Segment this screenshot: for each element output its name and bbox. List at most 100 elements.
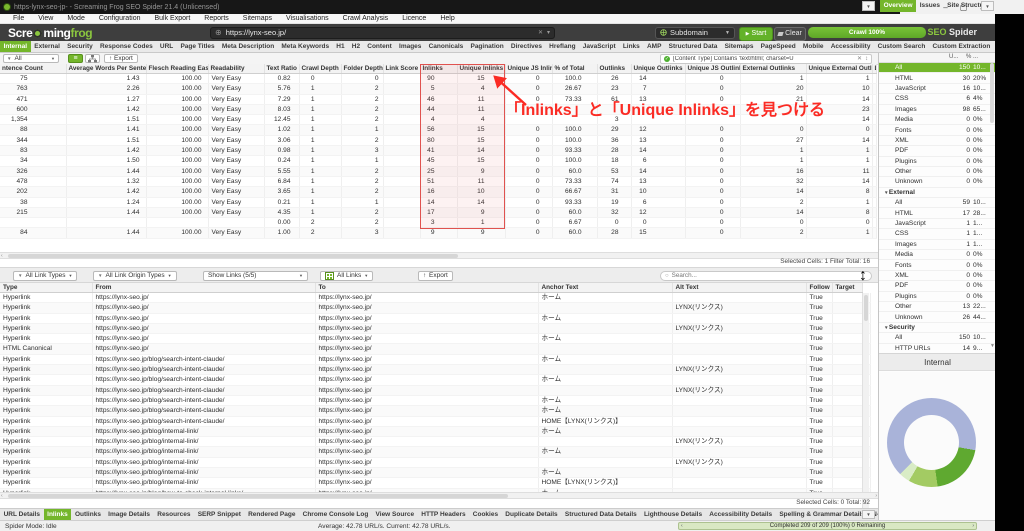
table-cell[interactable]: Very Easy [208, 146, 264, 156]
table-cell[interactable]: 1.51 [66, 115, 146, 125]
table-cell[interactable]: 344 [0, 135, 66, 145]
detail-tab[interactable]: Spelling & Grammar Details [776, 509, 869, 520]
table-row[interactable]: Hyperlinkhttps://lynx-seo.jp/blog/intern… [0, 437, 870, 447]
table-cell[interactable] [832, 406, 862, 416]
table-cell[interactable]: https://lynx-seo.jp/blog/search-intent-c… [92, 365, 315, 375]
table-cell[interactable]: 0 [685, 74, 740, 84]
table-cell[interactable]: https://lynx-seo.jp/blog/internal-link/ [92, 468, 315, 478]
table-cell[interactable]: 14 [631, 166, 685, 176]
table-cell[interactable]: 93.33 [552, 197, 597, 207]
menu-item[interactable]: Bulk Export [147, 14, 197, 24]
table-cell[interactable]: Hyperlink [0, 457, 92, 467]
table-cell[interactable]: 0 [505, 207, 552, 217]
table-cell[interactable] [0, 218, 66, 228]
table-cell[interactable]: 1.43 [66, 74, 146, 84]
content-type-filter-chip[interactable]: ✓ [Content Type] Contains 'text/html; ch… [660, 54, 872, 64]
table-cell[interactable]: LYNX(リンクス) [672, 457, 806, 467]
table-row[interactable]: Hyperlinkhttps://lynx-seo.jp/blog/intern… [0, 447, 870, 457]
main-tab[interactable]: JavaScript [579, 41, 619, 52]
column-header[interactable]: Alt Text [672, 283, 806, 293]
horizontal-scrollbar[interactable]: ‹ [0, 252, 878, 259]
overview-row[interactable]: Plugins 0 0% [879, 157, 995, 167]
table-cell[interactable]: 100.00 [146, 94, 208, 104]
table-row[interactable]: Hyperlinkhttps://lynx-seo.jp/blog/search… [0, 395, 870, 405]
column-header[interactable]: Type [0, 283, 92, 293]
table-cell[interactable]: 100.00 [146, 135, 208, 145]
table-cell[interactable] [832, 385, 862, 395]
main-tab[interactable]: Links [619, 41, 643, 52]
table-cell[interactable]: Hyperlink [0, 293, 92, 303]
table-cell[interactable]: Very Easy [208, 187, 264, 197]
overview-row[interactable]: CSS 1 1... [879, 229, 995, 239]
table-cell[interactable]: 5.55 [264, 166, 299, 176]
table-cell[interactable] [383, 104, 420, 114]
table-cell[interactable]: https://lynx-seo.jp/ [92, 344, 315, 354]
table-cell[interactable]: 1 [299, 84, 341, 94]
table-cell[interactable]: 38 [0, 197, 66, 207]
main-tab[interactable]: PageSpeed [757, 41, 799, 52]
table-cell[interactable]: 6.84 [264, 176, 299, 186]
table-cell[interactable] [383, 94, 420, 104]
table-row[interactable]: Hyperlinkhttps://lynx-seo.jp/blog/intern… [0, 457, 870, 467]
table-cell[interactable]: Very Easy [208, 115, 264, 125]
table-row[interactable]: Hyperlinkhttps://lynx-seo.jp/ https://ly… [0, 303, 870, 313]
table-cell[interactable]: 14 [806, 135, 872, 145]
table-cell[interactable]: 1.51 [66, 135, 146, 145]
table-cell[interactable]: Very Easy [208, 74, 264, 84]
table-cell[interactable] [872, 228, 876, 238]
table-cell[interactable] [383, 135, 420, 145]
table-cell[interactable]: 12 [631, 207, 685, 217]
overview-row[interactable]: JavaScript 16 10... [879, 84, 995, 94]
column-header[interactable]: Readability [208, 64, 264, 74]
detail-tab[interactable]: Resources [154, 509, 194, 520]
main-tab[interactable]: Meta Description [218, 41, 278, 52]
table-cell[interactable]: 1.02 [264, 125, 299, 135]
overview-row[interactable]: HTML 30 20% [879, 73, 995, 83]
table-cell[interactable]: 0 [685, 228, 740, 238]
table-cell[interactable]: 0.00 [264, 218, 299, 228]
table-cell[interactable]: 1.27 [66, 94, 146, 104]
table-cell[interactable]: 13 [631, 176, 685, 186]
table-cell[interactable]: 0 [631, 218, 685, 228]
overview-row[interactable]: Images 98 65... [879, 105, 995, 115]
table-cell[interactable] [672, 344, 806, 354]
table-cell[interactable]: Hyperlink [0, 406, 92, 416]
table-cell[interactable]: https://lynx-seo.jp/ [315, 385, 538, 395]
table-cell[interactable]: 27 [740, 135, 806, 145]
table-cell[interactable] [872, 156, 876, 166]
table-cell[interactable]: 3.65 [264, 187, 299, 197]
table-cell[interactable]: 10 [631, 187, 685, 197]
table-cell[interactable] [872, 218, 876, 228]
sidebar-scrollbar[interactable] [990, 63, 994, 123]
table-cell[interactable]: True [806, 457, 832, 467]
table-cell[interactable] [832, 468, 862, 478]
overview-row[interactable]: Unknown 0 0% [879, 177, 995, 187]
table-cell[interactable]: 2 [341, 218, 383, 228]
overview-row[interactable]: Plugins 0 0% [879, 292, 995, 302]
table-cell[interactable]: 0 [685, 146, 740, 156]
table-cell[interactable]: 12 [631, 125, 685, 135]
table-cell[interactable]: 326 [0, 166, 66, 176]
table-cell[interactable]: 74 [597, 176, 631, 186]
table-cell[interactable]: 0 [685, 187, 740, 197]
table-cell[interactable]: 0.98 [264, 146, 299, 156]
table-cell[interactable]: https://lynx-seo.jp/ [315, 468, 538, 478]
column-header[interactable]: Anchor Text [538, 283, 672, 293]
table-cell[interactable]: 100.00 [146, 187, 208, 197]
table-cell[interactable]: 14 [740, 207, 806, 217]
overview-row[interactable]: PDF 0 0% [879, 281, 995, 291]
start-button[interactable]: ▶ Start [739, 27, 773, 41]
overview-row[interactable]: Unknown 26 44... [879, 312, 995, 322]
table-cell[interactable]: https://lynx-seo.jp/ [315, 344, 538, 354]
table-cell[interactable]: True [806, 354, 832, 364]
main-tab[interactable]: Pagination [467, 41, 507, 52]
column-header[interactable]: From [92, 283, 315, 293]
table-cell[interactable]: 1 [299, 135, 341, 145]
main-tab[interactable]: Images [395, 41, 425, 52]
table-cell[interactable]: 1.24 [66, 197, 146, 207]
table-cell[interactable]: 478 [0, 176, 66, 186]
column-header[interactable]: Flesch Reading Eas... [146, 64, 208, 74]
table-row[interactable]: Hyperlinkhttps://lynx-seo.jp/blog/intern… [0, 478, 870, 488]
table-cell[interactable]: 1.00 [264, 228, 299, 238]
url-input[interactable]: ⊕ https://lynx-seo.jp/ ✕ ▾ [210, 27, 555, 39]
